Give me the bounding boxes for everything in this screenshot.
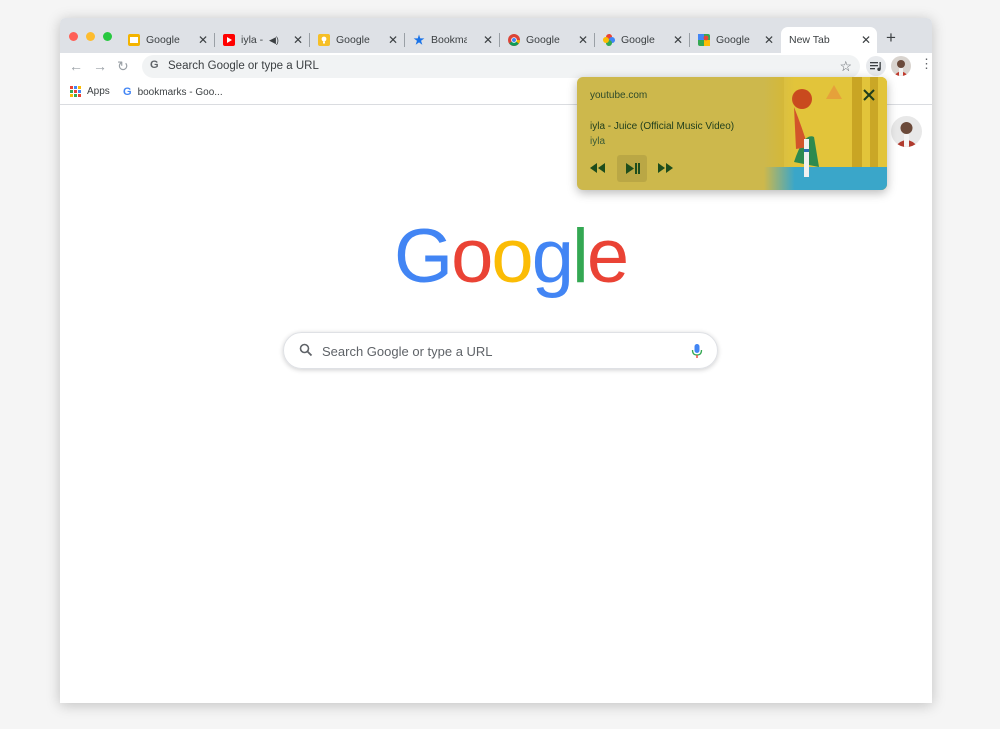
menu-dots-icon[interactable]: ⋮	[920, 57, 932, 71]
play-button[interactable]	[617, 155, 647, 182]
tab-title: Google Maps	[716, 34, 752, 46]
tab-google-maps[interactable]: Google Maps ✕	[690, 27, 780, 53]
google-g-icon: G	[150, 59, 159, 71]
next-track-icon[interactable]	[657, 162, 674, 174]
forward-icon[interactable]: →	[93, 58, 107, 74]
close-tab-icon[interactable]: ✕	[388, 33, 398, 47]
tab-title: Google Keep	[336, 34, 372, 46]
logo-letter: e	[586, 214, 629, 299]
profile-avatar[interactable]	[891, 56, 911, 76]
bookmark-star-icon[interactable]: ☆	[839, 58, 852, 75]
tab-strip: Google Slides ✕ iyla - Juice ◀) ✕ Google…	[60, 18, 932, 53]
play-icon	[626, 163, 640, 174]
search-icon	[299, 343, 313, 357]
close-tab-icon[interactable]: ✕	[293, 33, 303, 47]
media-controls-button[interactable]	[866, 56, 886, 76]
bookmark-label: bookmarks - Goo...	[137, 86, 223, 98]
tab-title: Bookmarks	[431, 34, 467, 46]
window-controls	[69, 32, 112, 41]
google-g-icon: G	[123, 86, 132, 98]
bookmark-item[interactable]: G bookmarks - Goo...	[123, 86, 223, 98]
close-tab-icon[interactable]: ✕	[578, 33, 588, 47]
tab-title: iyla - Juice	[241, 34, 263, 46]
logo-letter: o	[451, 214, 493, 299]
omnibox[interactable]: G Search Google or type a URL ☆	[142, 55, 860, 78]
tab-google-slides[interactable]: Google Slides ✕	[120, 27, 215, 53]
media-title: iyla - Juice (Official Music Video)	[590, 121, 735, 132]
media-artist: iyla	[590, 136, 606, 147]
toolbar: ← → ↻ G Search Google or type a URL ☆ ⋮	[60, 53, 932, 80]
tab-youtube[interactable]: iyla - Juice ◀) ✕	[215, 27, 310, 53]
logo-letter: G	[394, 214, 453, 299]
photos-icon	[603, 34, 615, 46]
media-controls-popup: youtube.com iyla - Juice (Official Music…	[577, 77, 887, 190]
tab-google-photos[interactable]: Google Photos ✕	[595, 27, 690, 53]
tab-title: Google Slides	[146, 34, 182, 46]
star-icon: ★	[413, 33, 425, 47]
search-input[interactable]: Search Google or type a URL	[283, 332, 718, 369]
tab-bookmarks[interactable]: ★ Bookmarks ✕	[405, 27, 500, 53]
new-tab-button[interactable]: +	[886, 29, 896, 47]
omnibox-placeholder: Search Google or type a URL	[168, 60, 319, 72]
youtube-icon	[223, 34, 235, 46]
maps-icon	[698, 34, 710, 46]
reload-icon[interactable]: ↻	[117, 58, 129, 74]
logo-letter: l	[571, 214, 589, 299]
close-window-button[interactable]	[69, 32, 78, 41]
microphone-icon[interactable]	[691, 343, 703, 359]
close-icon[interactable]	[860, 86, 878, 104]
new-tab-page: Google Search Google or type a URL	[60, 105, 932, 703]
tab-title: New Tab	[789, 34, 830, 46]
bookmark-apps[interactable]: Apps	[70, 86, 110, 97]
previous-track-icon[interactable]	[589, 162, 606, 174]
close-tab-icon[interactable]: ✕	[483, 33, 493, 47]
slides-icon	[128, 34, 140, 46]
tab-new-tab[interactable]: New Tab ✕	[781, 27, 877, 53]
playlist-icon	[870, 62, 881, 71]
back-icon[interactable]: ←	[69, 58, 83, 74]
ntp-profile-avatar[interactable]	[891, 116, 922, 147]
close-tab-icon[interactable]: ✕	[673, 33, 683, 47]
logo-letter: g	[531, 214, 574, 299]
apps-icon	[70, 86, 81, 97]
close-tab-icon[interactable]: ✕	[861, 33, 871, 47]
close-tab-icon[interactable]: ✕	[198, 33, 208, 47]
audio-playing-icon[interactable]: ◀)	[269, 35, 279, 46]
tab-google-chrome[interactable]: Google Chrome ✕	[500, 27, 595, 53]
close-tab-icon[interactable]: ✕	[764, 33, 774, 47]
minimize-window-button[interactable]	[86, 32, 95, 41]
search-placeholder: Search Google or type a URL	[322, 344, 493, 359]
media-source: youtube.com	[590, 90, 648, 101]
zoom-window-button[interactable]	[103, 32, 112, 41]
tab-title: Google Photos	[621, 34, 657, 46]
tab-google-keep[interactable]: Google Keep ✕	[310, 27, 405, 53]
browser-window: Google Slides ✕ iyla - Juice ◀) ✕ Google…	[60, 18, 932, 703]
logo-letter: o	[491, 214, 533, 299]
chrome-icon	[508, 34, 520, 46]
tab-title: Google Chrome	[526, 34, 562, 46]
keep-icon	[318, 34, 330, 46]
google-logo: Google	[394, 214, 629, 299]
bookmark-label: Apps	[87, 86, 110, 97]
